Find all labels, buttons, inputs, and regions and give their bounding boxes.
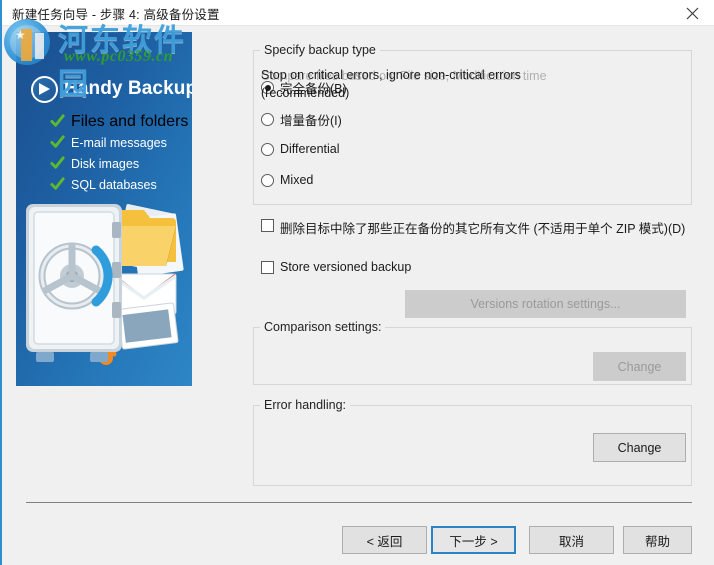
checkbox-delete-other-files[interactable]: 删除目标中除了那些正在备份的其它所有文件 (不适用于单个 ZIP 模式)(D) bbox=[261, 218, 685, 237]
button-label: 取消 bbox=[558, 534, 584, 549]
feature-list: Files and folders E-mail messages Disk i… bbox=[50, 112, 192, 196]
button-label: Change bbox=[617, 440, 662, 455]
check-icon bbox=[50, 156, 65, 169]
radio-incremental-backup[interactable]: 增量备份(I) bbox=[261, 110, 342, 129]
safe-illustration bbox=[26, 204, 184, 365]
product-name: Handy Backup bbox=[64, 78, 192, 99]
radio-indicator bbox=[261, 113, 274, 126]
handy-backup-icon bbox=[31, 75, 58, 103]
wizard-window: 新建任务向导 - 步骤 4: 高级备份设置 ★ 河东软件园 www.pc0359… bbox=[0, 0, 714, 565]
versions-rotation-settings-button[interactable]: Versions rotation settings... bbox=[405, 290, 686, 318]
radio-label: 增量备份(I) bbox=[280, 114, 342, 128]
next-button[interactable]: 下一步 > bbox=[431, 526, 516, 554]
check-icon bbox=[50, 135, 65, 148]
back-button[interactable]: < 返回 bbox=[342, 526, 427, 554]
cancel-button[interactable]: 取消 bbox=[529, 526, 614, 554]
radio-differential-backup[interactable]: Differential bbox=[261, 142, 340, 156]
radio-label: Mixed bbox=[280, 173, 314, 187]
checkbox-store-versioned-backup[interactable]: Store versioned backup bbox=[261, 260, 411, 274]
comparison-legend: Comparison settings: bbox=[260, 320, 386, 334]
backup-type-legend: Specify backup type bbox=[260, 43, 380, 57]
settings-panel: Specify backup type 完全备份(B) 增量备份(I) Diff… bbox=[253, 43, 692, 486]
check-icon bbox=[50, 114, 65, 127]
button-label: 下一步 > bbox=[449, 534, 498, 549]
title-bar: 新建任务向导 - 步骤 4: 高级备份设置 bbox=[2, 0, 714, 26]
checkbox-indicator bbox=[261, 219, 274, 232]
product-logo: Handy Backup bbox=[31, 72, 192, 106]
error-handling-summary-text: Stop on critical errors, ignore non-crit… bbox=[261, 68, 521, 100]
checkbox-indicator bbox=[261, 261, 274, 274]
radio-mixed-backup[interactable]: Mixed bbox=[261, 173, 313, 187]
feature-label: E-mail messages bbox=[71, 135, 167, 150]
comparison-change-button[interactable]: Change bbox=[593, 352, 686, 381]
button-label: Change bbox=[617, 359, 662, 374]
checkbox-label: Store versioned backup bbox=[280, 260, 412, 274]
radio-indicator bbox=[261, 142, 274, 156]
radio-indicator bbox=[261, 173, 274, 187]
footer-separator bbox=[26, 502, 692, 503]
button-label: < 返回 bbox=[366, 534, 403, 549]
radio-label: Differential bbox=[280, 142, 340, 156]
button-label: 帮助 bbox=[644, 534, 670, 549]
list-item: E-mail messages bbox=[50, 133, 192, 152]
sidebar-banner: Handy Backup Files and folders E-mail me… bbox=[16, 32, 192, 386]
help-button[interactable]: 帮助 bbox=[623, 526, 692, 554]
close-icon bbox=[686, 7, 698, 19]
close-button[interactable] bbox=[670, 0, 714, 26]
window-title: 新建任务向导 - 步骤 4: 高级备份设置 bbox=[12, 8, 220, 22]
list-item: Files and folders bbox=[50, 112, 192, 131]
error-handling-legend: Error handling: bbox=[260, 398, 350, 412]
feature-label: Disk images bbox=[71, 156, 140, 171]
list-item: Disk images bbox=[50, 154, 192, 173]
button-label: Versions rotation settings... bbox=[470, 297, 621, 311]
checkbox-label: 删除目标中除了那些正在备份的其它所有文件 (不适用于单个 ZIP 模式)(D) bbox=[280, 222, 686, 236]
error-handling-change-button[interactable]: Change bbox=[593, 433, 686, 462]
feature-label: Files and folders bbox=[71, 112, 189, 130]
